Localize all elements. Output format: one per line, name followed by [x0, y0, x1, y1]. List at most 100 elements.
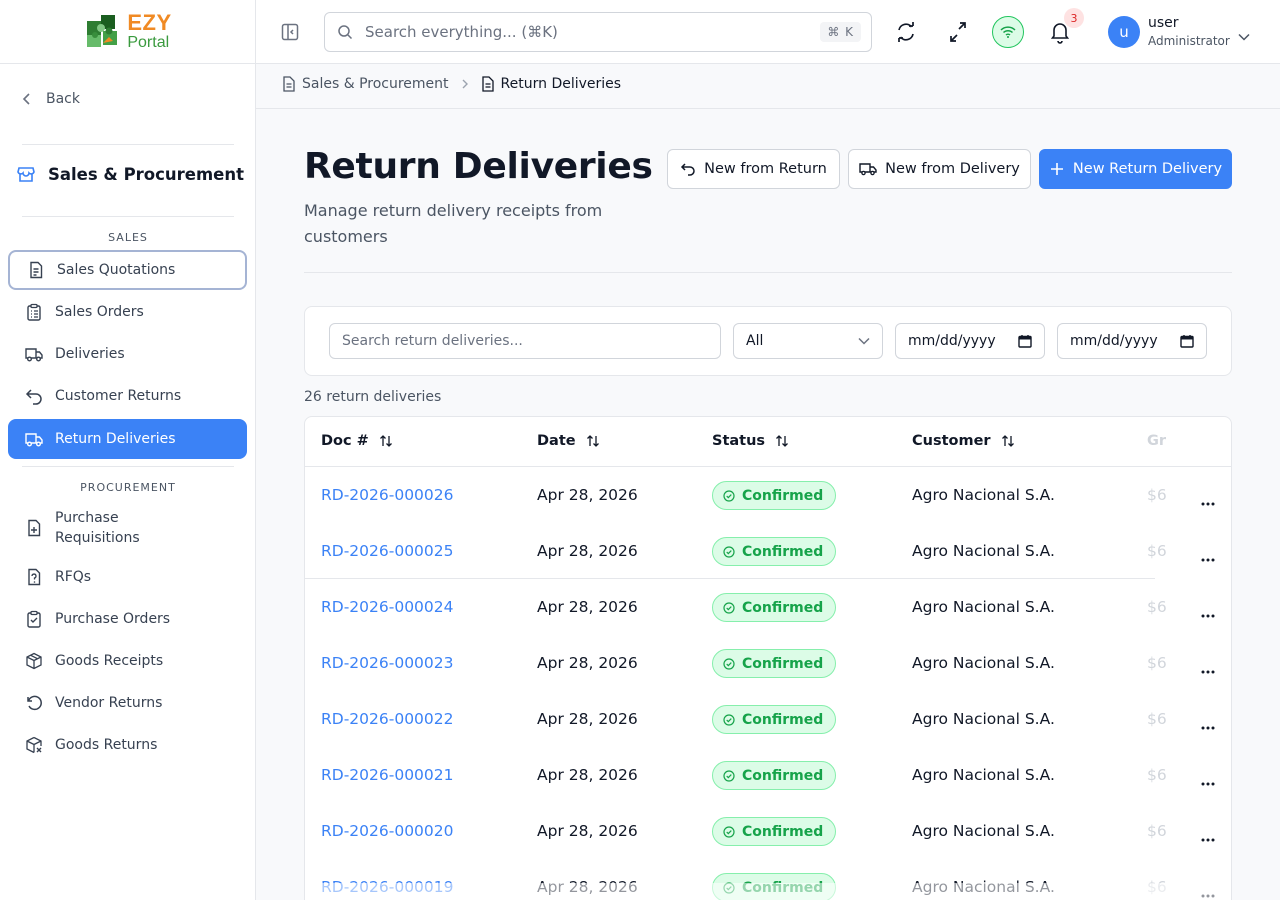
date-cell: Apr 28, 2026: [537, 766, 638, 784]
package-icon: [26, 652, 42, 670]
table-row[interactable]: RD-2026-000025 Apr 28, 2026 Confirmed Agro …: [305, 523, 1231, 579]
row-actions-button[interactable]: [1201, 827, 1215, 846]
row-actions-button[interactable]: [1201, 491, 1215, 510]
sort-icon: [379, 435, 392, 447]
filter-bar: Search return deliveries... All mm/dd/yy…: [304, 306, 1232, 376]
breadcrumb-parent[interactable]: Sales & Procurement: [302, 76, 449, 92]
date-from-input[interactable]: mm/dd/yyyy: [895, 323, 1045, 359]
date-cell: Apr 28, 2026: [537, 486, 638, 504]
search-icon: [338, 25, 353, 40]
sidebar-item-purchase-orders[interactable]: Purchase Orders: [8, 599, 247, 639]
row-actions-button[interactable]: [1201, 603, 1215, 622]
doc-number-link[interactable]: RD-2026-000024: [321, 598, 454, 616]
sidebar-item-label: Return Deliveries: [55, 431, 176, 447]
table-row[interactable]: RD-2026-000026 Apr 28, 2026 Confirmed Agro …: [305, 467, 1231, 523]
column-label: Date: [537, 433, 576, 449]
sidebar-item-goods-returns[interactable]: Goods Returns: [8, 725, 247, 765]
divider: [304, 272, 1232, 273]
sidebar-item-rfqs[interactable]: RFQs: [8, 557, 247, 597]
table-row[interactable]: RD-2026-000023 Apr 28, 2026 Confirmed Agro …: [305, 635, 1231, 691]
connection-status-button[interactable]: [992, 16, 1024, 48]
status-badge: Confirmed: [712, 761, 837, 790]
sidebar-item-label: RFQs: [55, 569, 92, 585]
doc-number-link[interactable]: RD-2026-000022: [321, 710, 454, 728]
row-actions-button[interactable]: [1201, 771, 1215, 790]
logo[interactable]: EZY Portal: [0, 0, 255, 64]
sidebar-item-purchase-requisitions[interactable]: Purchase Requisitions: [8, 504, 247, 552]
doc-number-link[interactable]: RD-2026-000026: [321, 486, 454, 504]
status-filter-select[interactable]: All: [733, 323, 883, 359]
new-from-delivery-button[interactable]: New from Delivery: [848, 149, 1031, 189]
status-label: Confirmed: [742, 543, 824, 560]
table-row[interactable]: RD-2026-000021 Apr 28, 2026 Confirmed Agro …: [305, 747, 1231, 803]
sidebar-item-sales-quotations[interactable]: Sales Quotations: [8, 250, 247, 290]
truck-icon: [859, 163, 877, 176]
sidebar-item-customer-returns[interactable]: Customer Returns: [8, 376, 247, 416]
table-row[interactable]: RD-2026-000022 Apr 28, 2026 Confirmed Agro …: [305, 691, 1231, 747]
return-deliveries-search-input[interactable]: Search return deliveries...: [329, 323, 721, 359]
topbar: Search everything... (⌘K) ⌘ K 3 u user A…: [256, 0, 1280, 64]
user-name[interactable]: user: [1148, 15, 1179, 31]
doc-number-link[interactable]: RD-2026-000021: [321, 766, 454, 784]
sidebar-item-return-deliveries[interactable]: Return Deliveries: [8, 419, 247, 459]
breadcrumb-current: Return Deliveries: [500, 76, 622, 92]
more-horizontal-icon: [1201, 838, 1215, 842]
sidebar-item-goods-receipts[interactable]: Goods Receipts: [8, 641, 247, 681]
rotate-ccw-icon: [27, 695, 42, 711]
customer-cell: Agro Nacional S.A.: [912, 598, 1055, 616]
user-menu-button[interactable]: [1238, 26, 1250, 45]
row-actions-button[interactable]: [1201, 659, 1215, 678]
status-filter-value: All: [746, 333, 764, 349]
plus-icon: [1050, 163, 1063, 175]
status-label: Confirmed: [742, 711, 824, 728]
divider: [256, 108, 1280, 109]
avatar[interactable]: u: [1108, 16, 1140, 48]
check-circle-icon: [723, 825, 735, 838]
file-question-icon: [28, 568, 41, 586]
gross-amount-cell: $6: [1147, 486, 1167, 504]
column-header-doc[interactable]: Doc #: [321, 433, 393, 449]
column-header-gross[interactable]: Gr: [1147, 433, 1166, 449]
column-header-date[interactable]: Date: [537, 433, 600, 449]
status-label: Confirmed: [742, 487, 824, 504]
global-search-input[interactable]: Search everything... (⌘K) ⌘ K: [324, 12, 872, 52]
section-label-procurement: PROCUREMENT: [80, 481, 176, 494]
more-horizontal-icon: [1201, 782, 1215, 786]
date-cell: Apr 28, 2026: [537, 710, 638, 728]
calendar-icon: [1180, 335, 1194, 348]
gross-amount-cell: $6: [1147, 710, 1167, 728]
doc-number-link[interactable]: RD-2026-000020: [321, 822, 454, 840]
date-to-input[interactable]: mm/dd/yyyy: [1057, 323, 1207, 359]
customer-cell: Agro Nacional S.A.: [912, 766, 1055, 784]
sidebar-item-deliveries[interactable]: Deliveries: [8, 334, 247, 374]
breadcrumb: Sales & Procurement Return Deliveries: [282, 76, 621, 92]
section-label-sales: SALES: [108, 231, 148, 244]
chevron-down-icon: [858, 337, 870, 345]
back-link[interactable]: Back: [22, 91, 80, 107]
column-label: Gr: [1147, 433, 1167, 449]
doc-number-link[interactable]: RD-2026-000023: [321, 654, 454, 672]
divider: [22, 216, 234, 217]
fullscreen-button[interactable]: [948, 20, 968, 48]
sidebar-item-label: Sales Orders: [55, 304, 144, 320]
sidebar-toggle-button[interactable]: [280, 22, 300, 46]
new-return-delivery-label: New Return Delivery: [1072, 161, 1223, 177]
more-horizontal-icon: [1201, 502, 1215, 506]
sidebar-item-sales-orders[interactable]: Sales Orders: [8, 292, 247, 332]
file-text-icon: [283, 76, 295, 92]
shortcut-hint: ⌘ K: [820, 22, 861, 42]
new-return-delivery-button[interactable]: New Return Delivery: [1039, 149, 1232, 189]
clipboard-list-icon: [27, 303, 41, 321]
doc-number-link[interactable]: RD-2026-000025: [321, 542, 454, 560]
sidebar-item-label: Purchase Orders: [55, 611, 171, 627]
refresh-button[interactable]: [896, 20, 916, 48]
column-header-status[interactable]: Status: [712, 433, 789, 449]
table-row[interactable]: RD-2026-000020 Apr 28, 2026 Confirmed Agro …: [305, 803, 1231, 859]
row-actions-button[interactable]: [1201, 715, 1215, 734]
table-row[interactable]: RD-2026-000024 Apr 28, 2026 Confirmed Agro …: [305, 579, 1231, 635]
new-from-return-button[interactable]: New from Return: [667, 149, 840, 189]
chevron-left-icon: [22, 93, 30, 105]
row-actions-button[interactable]: [1201, 547, 1215, 566]
column-header-customer[interactable]: Customer: [912, 433, 1015, 449]
sidebar-item-vendor-returns[interactable]: Vendor Returns: [8, 683, 247, 723]
